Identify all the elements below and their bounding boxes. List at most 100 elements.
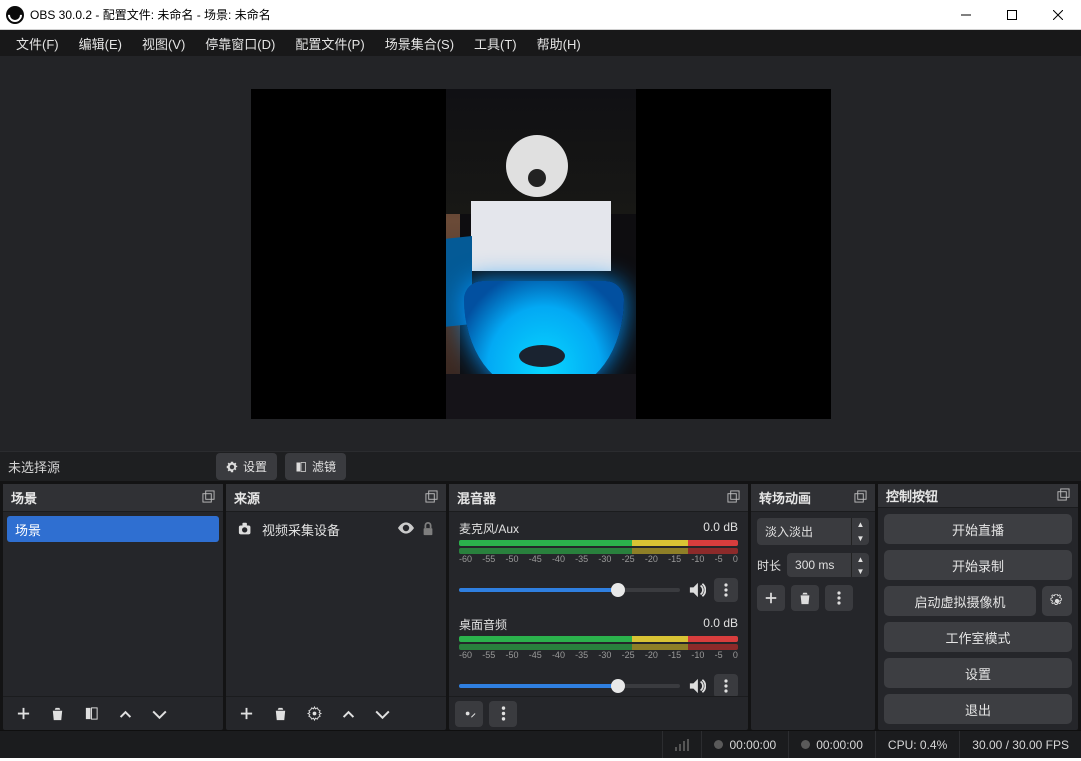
channel-menu-button[interactable] — [714, 578, 738, 602]
source-filters-button[interactable]: 滤镜 — [285, 453, 346, 480]
menu-edit[interactable]: 编辑(E) — [69, 31, 132, 56]
mixer-channel: 桌面音频 0.0 dB -60-55-50-45-40-35-30-25-20-… — [459, 616, 738, 696]
source-settings-button[interactable]: 设置 — [216, 453, 277, 480]
menu-docks[interactable]: 停靠窗口(D) — [195, 31, 285, 56]
app-icon — [6, 6, 24, 24]
menu-file[interactable]: 文件(F) — [6, 31, 69, 56]
transition-menu-button[interactable] — [825, 585, 853, 611]
dock-sources: 来源 视频采集设备 — [226, 484, 446, 730]
close-button[interactable] — [1035, 0, 1081, 30]
move-down-button[interactable] — [368, 701, 396, 727]
audio-meter: -60-55-50-45-40-35-30-25-20-15-10-50 — [459, 636, 738, 656]
cpu-usage: CPU: 0.4% — [875, 731, 959, 758]
speaker-icon[interactable] — [688, 582, 706, 598]
dots-vertical-icon — [724, 583, 728, 597]
select-spin[interactable]: ▲▼ — [851, 518, 869, 545]
signal-icon — [675, 739, 689, 751]
gear-icon — [226, 461, 238, 473]
menu-bar: 文件(F) 编辑(E) 视图(V) 停靠窗口(D) 配置文件(P) 场景集合(S… — [0, 30, 1081, 56]
popout-icon[interactable] — [425, 490, 438, 506]
dock-scenes: 场景 场景 — [3, 484, 223, 730]
chevron-down-icon — [375, 706, 390, 721]
source-toolbar: 未选择源 设置 滤镜 — [0, 451, 1081, 481]
scene-item[interactable]: 场景 — [7, 516, 219, 542]
trash-icon — [50, 706, 65, 721]
dock-mixer: 混音器 麦克风/Aux 0.0 dB -60-55-50-45-40-35-30… — [449, 484, 748, 730]
trash-icon — [273, 706, 288, 721]
eye-icon[interactable] — [398, 522, 414, 534]
start-vcam-button[interactable]: 启动虚拟摄像机 — [884, 586, 1036, 616]
source-properties-button[interactable] — [300, 701, 328, 727]
maximize-button[interactable] — [989, 0, 1035, 30]
dock-controls: 控制按钮 开始直播 开始录制 启动虚拟摄像机 工作室模式 设置 退出 — [878, 484, 1078, 730]
vcam-settings-button[interactable] — [1042, 586, 1072, 616]
dock-title: 转场动画 — [759, 488, 811, 507]
start-stream-button[interactable]: 开始直播 — [884, 514, 1072, 544]
stream-dot-icon — [714, 740, 723, 749]
lock-icon[interactable] — [422, 522, 434, 536]
dock-title: 来源 — [234, 488, 260, 507]
dock-title: 控制按钮 — [886, 486, 938, 505]
speaker-icon[interactable] — [688, 678, 706, 694]
transition-select[interactable]: 淡入淡出 ▲▼ — [757, 518, 869, 545]
minimize-button[interactable] — [943, 0, 989, 30]
move-down-button[interactable] — [145, 701, 173, 727]
studio-mode-button[interactable]: 工作室模式 — [884, 622, 1072, 652]
menu-scenecol[interactable]: 场景集合(S) — [375, 31, 464, 56]
dots-vertical-icon — [837, 591, 841, 605]
channel-menu-button[interactable] — [714, 674, 738, 696]
remove-transition-button[interactable] — [791, 585, 819, 611]
settings-button[interactable]: 设置 — [884, 658, 1072, 688]
network-status — [662, 731, 701, 758]
duration-input[interactable]: 300 ms ▲▼ — [787, 553, 869, 577]
dots-vertical-icon — [724, 679, 728, 693]
chevron-up-icon — [118, 706, 133, 721]
mixer-settings-button[interactable] — [455, 701, 483, 727]
mixer-menu-button[interactable] — [489, 701, 517, 727]
move-up-button[interactable] — [111, 701, 139, 727]
channel-name: 桌面音频 — [459, 616, 507, 633]
chevron-up-icon — [341, 706, 356, 721]
filters-icon — [295, 461, 307, 473]
volume-slider[interactable] — [459, 684, 680, 688]
preview-content — [446, 89, 636, 419]
move-up-button[interactable] — [334, 701, 362, 727]
filters-icon — [84, 706, 99, 721]
menu-tools[interactable]: 工具(T) — [464, 31, 527, 56]
volume-slider[interactable] — [459, 588, 680, 592]
remove-scene-button[interactable] — [43, 701, 71, 727]
popout-icon[interactable] — [854, 490, 867, 506]
gear-icon — [462, 706, 477, 721]
gear-icon — [1050, 594, 1064, 608]
trash-icon — [798, 591, 812, 605]
popout-icon[interactable] — [727, 490, 740, 506]
window-titlebar: OBS 30.0.2 - 配置文件: 未命名 - 场景: 未命名 — [0, 0, 1081, 30]
add-source-button[interactable] — [232, 701, 260, 727]
start-record-button[interactable]: 开始录制 — [884, 550, 1072, 580]
audio-meter: -60-55-50-45-40-35-30-25-20-15-10-50 — [459, 540, 738, 560]
remove-source-button[interactable] — [266, 701, 294, 727]
preview-area[interactable] — [0, 56, 1081, 451]
record-dot-icon — [801, 740, 810, 749]
source-item[interactable]: 视频采集设备 — [230, 516, 442, 542]
gear-icon — [307, 706, 322, 721]
add-scene-button[interactable] — [9, 701, 37, 727]
duration-label: 时长 — [757, 557, 781, 574]
scene-filters-button[interactable] — [77, 701, 105, 727]
plus-icon — [239, 706, 254, 721]
popout-icon[interactable] — [1057, 488, 1070, 504]
menu-profile[interactable]: 配置文件(P) — [285, 31, 374, 56]
status-bar: 00:00:00 00:00:00 CPU: 0.4% 30.00 / 30.0… — [0, 730, 1081, 758]
channel-name: 麦克风/Aux — [459, 520, 519, 537]
no-source-label: 未选择源 — [8, 457, 208, 476]
channel-level: 0.0 dB — [703, 616, 738, 633]
dock-title: 混音器 — [457, 488, 496, 507]
popout-icon[interactable] — [202, 490, 215, 506]
camera-icon — [238, 522, 254, 536]
dock-row: 场景 场景 来源 视频采集设备 — [0, 481, 1081, 730]
menu-help[interactable]: 帮助(H) — [527, 31, 591, 56]
menu-view[interactable]: 视图(V) — [132, 31, 195, 56]
exit-button[interactable]: 退出 — [884, 694, 1072, 724]
preview-canvas[interactable] — [251, 89, 831, 419]
add-transition-button[interactable] — [757, 585, 785, 611]
